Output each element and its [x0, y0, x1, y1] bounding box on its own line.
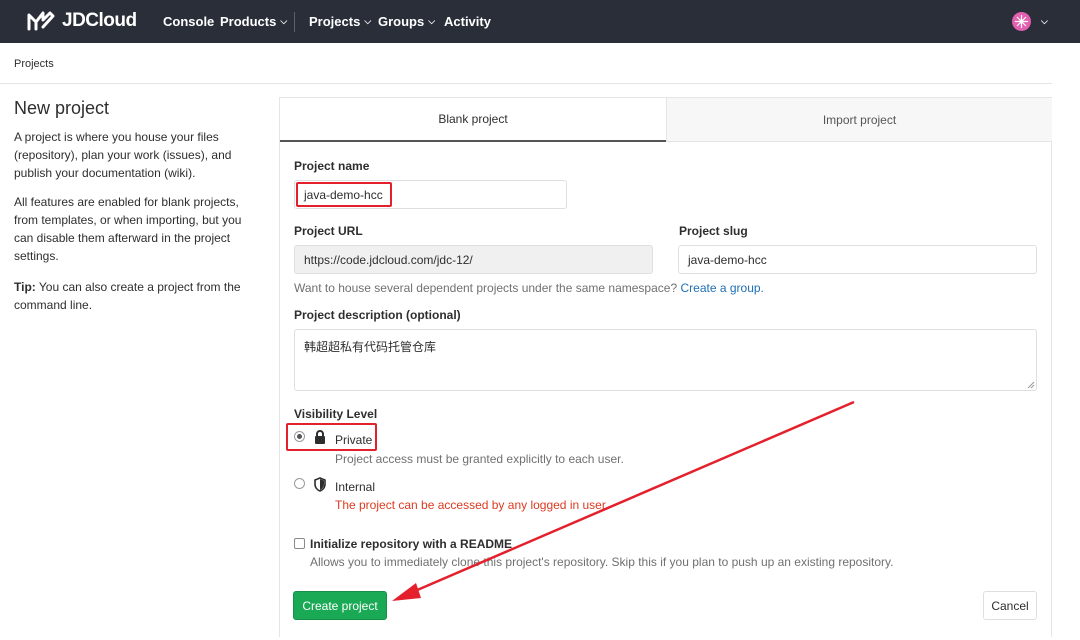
resize-handle-icon[interactable] [1027, 381, 1035, 389]
breadcrumb[interactable]: Projects [14, 58, 54, 70]
chevron-down-icon: ⌵ [364, 16, 372, 26]
project-description-textarea[interactable]: 韩超超私有代码托管仓库 [294, 329, 1037, 391]
brand-name: JDCloud [62, 10, 137, 31]
highlight-box [296, 182, 392, 207]
project-url-input: https://code.jdcloud.com/jdc-12/ [294, 245, 653, 274]
nav-groups-label: Groups [378, 14, 425, 29]
avatar-icon[interactable] [1012, 12, 1031, 31]
chevron-down-icon: ⌵ [428, 16, 436, 26]
tip-paragraph: Tip: You can also create a project from … [14, 278, 254, 314]
visibility-private-description: Project access must be granted explicitl… [335, 452, 624, 466]
project-name-label: Project name [294, 159, 370, 173]
nav-divider [294, 12, 295, 32]
project-slug-label: Project slug [679, 224, 748, 238]
tip-label: Tip: [14, 280, 36, 294]
nav-projects-label: Projects [309, 14, 361, 29]
project-description-label: Project description (optional) [294, 308, 461, 322]
create-group-link[interactable]: Create a group. [680, 281, 763, 295]
nav-console-label: Console [163, 14, 215, 29]
create-project-button[interactable]: Create project [293, 591, 387, 620]
nav-groups[interactable]: Groups ⌵ [378, 0, 435, 43]
jdcloud-logo-icon [27, 11, 55, 31]
namespace-help-text: Want to house several dependent projects… [294, 281, 678, 295]
page-title: New project [14, 98, 110, 118]
nav-activity[interactable]: Activity [444, 0, 491, 43]
readme-description: Allows you to immediately clone this pro… [310, 555, 894, 569]
nav-products[interactable]: Products ⌵ [220, 0, 287, 43]
top-navbar: JDCloud Console Products ⌵ Projects ⌵ Grou… [0, 0, 1080, 43]
nav-products-label: Products [220, 14, 277, 29]
nav-activity-label: Activity [444, 14, 491, 29]
highlight-box [286, 423, 377, 451]
chevron-down-icon: ⌵ [280, 16, 288, 26]
nav-console[interactable]: Console [163, 0, 214, 43]
tab-import-project[interactable]: Import project [666, 98, 1052, 142]
shield-icon [314, 477, 326, 492]
readme-checkbox[interactable] [294, 538, 305, 549]
visibility-internal-description: The project can be accessed by any logge… [335, 498, 609, 512]
project-url-label: Project URL [294, 224, 363, 238]
jdcloud-logo[interactable]: JDCloud [26, 9, 137, 33]
visibility-level-label: Visibility Level [294, 407, 378, 421]
tip-text: You can also create a project from the c… [14, 280, 241, 312]
project-slug-input[interactable]: java-demo-hcc [678, 245, 1037, 274]
avatar-dropdown[interactable]: ⌵ [1037, 0, 1048, 43]
readme-label[interactable]: Initialize repository with a README [310, 537, 512, 551]
features-paragraph: All features are enabled for blank proje… [14, 195, 242, 263]
nav-projects[interactable]: Projects ⌵ [309, 0, 371, 43]
project-description-value: 韩超超私有代码托管仓库 [304, 340, 437, 354]
tab-blank-project[interactable]: Blank project [280, 98, 666, 142]
cancel-button[interactable]: Cancel [983, 591, 1037, 620]
visibility-internal-label[interactable]: Internal [335, 480, 375, 494]
breadcrumb-divider [0, 83, 1052, 84]
namespace-help: Want to house several dependent projects… [294, 281, 764, 295]
intro-paragraph: A project is where you house your files … [14, 130, 232, 180]
chevron-down-icon: ⌵ [1041, 16, 1048, 26]
avatar-pattern-icon [1015, 15, 1028, 28]
visibility-internal-radio[interactable] [294, 478, 305, 489]
